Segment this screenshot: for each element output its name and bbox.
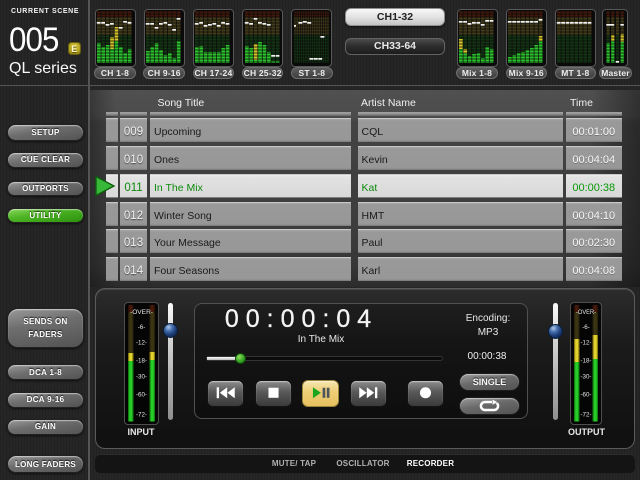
svg-text:-72-: -72-: [135, 412, 146, 419]
svg-text:-6-: -6-: [137, 324, 145, 331]
svg-text:-12-: -12-: [580, 340, 591, 347]
svg-text:-60-: -60-: [135, 391, 146, 398]
svg-text:-12-: -12-: [135, 340, 146, 347]
svg-text:-18-: -18-: [135, 358, 146, 365]
svg-text:-30-: -30-: [135, 373, 146, 380]
svg-text:-18-: -18-: [580, 358, 591, 365]
svg-text:-30-: -30-: [580, 373, 591, 380]
svg-text:-72-: -72-: [580, 412, 591, 419]
svg-text:-6-: -6-: [582, 324, 590, 331]
svg-text:-60-: -60-: [580, 391, 591, 398]
svg-text:-OVER-: -OVER-: [130, 309, 153, 316]
svg-text:-OVER-: -OVER-: [576, 309, 596, 316]
